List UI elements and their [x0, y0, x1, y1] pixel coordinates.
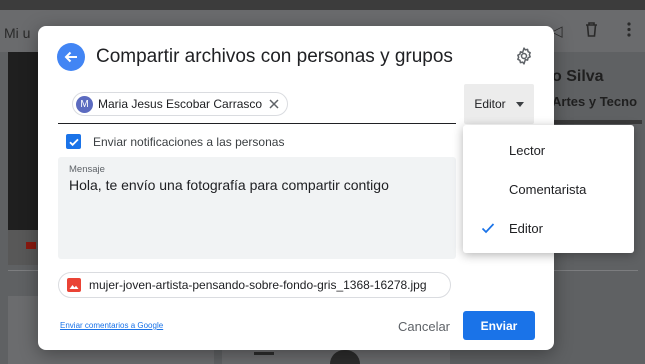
background-text-line	[552, 120, 642, 124]
role-selected-label: Editor	[474, 97, 506, 111]
role-option-label: Lector	[509, 143, 546, 158]
avatar: M	[76, 95, 93, 113]
notify-option[interactable]: Enviar notificaciones a las personas	[66, 134, 284, 149]
message-textarea[interactable]: Mensaje Hola, te envío una fotografía pa…	[58, 157, 456, 259]
background-person-name: o Silva	[552, 68, 604, 85]
recipient-name: Maria Jesus Escobar Carrasco	[98, 97, 263, 111]
recipient-chip[interactable]: M Maria Jesus Escobar Carrasco	[72, 92, 289, 116]
cancel-button[interactable]: Cancelar	[392, 312, 456, 340]
role-option-comentarista[interactable]: Comentarista	[463, 170, 634, 208]
role-option-lector[interactable]: Lector	[463, 131, 634, 169]
trash-icon	[585, 22, 598, 41]
background-file-icon	[26, 242, 36, 249]
feedback-link[interactable]: Enviar comentarios a Google	[60, 321, 163, 330]
background-title: Mi u	[4, 25, 31, 41]
role-menu: Lector Comentarista Editor	[463, 125, 634, 253]
role-option-label: Comentarista	[509, 182, 587, 197]
more-vertical-icon	[627, 22, 631, 41]
check-icon	[68, 138, 79, 146]
caret-down-icon	[515, 101, 524, 107]
attachment-chip[interactable]: mujer-joven-artista-pensando-sobre-fondo…	[58, 272, 451, 298]
role-option-label: Editor	[509, 221, 543, 236]
notify-checkbox[interactable]	[66, 134, 81, 149]
gear-icon	[517, 47, 531, 65]
role-option-editor[interactable]: Editor	[463, 209, 634, 247]
background-person-subtitle: Artes y Tecno	[552, 94, 638, 109]
arrow-left-icon	[64, 51, 77, 63]
role-dropdown-button[interactable]: Editor	[464, 84, 534, 124]
message-text: Hola, te envío una fotografía para compa…	[69, 177, 389, 193]
back-button[interactable]	[57, 43, 85, 71]
checkmark-icon	[481, 223, 495, 234]
dialog-title: Compartir archivos con personas y grupos	[96, 46, 453, 67]
recipients-field[interactable]: M Maria Jesus Escobar Carrasco	[58, 84, 456, 124]
message-caption: Mensaje	[69, 164, 105, 175]
image-file-icon	[67, 278, 81, 292]
close-icon[interactable]	[267, 97, 281, 111]
attachment-file-name: mujer-joven-artista-pensando-sobre-fondo…	[89, 278, 427, 292]
notify-label: Enviar notificaciones a las personas	[93, 134, 285, 149]
settings-button[interactable]	[514, 46, 534, 66]
send-button[interactable]: Enviar	[463, 311, 535, 340]
background-home-icon	[254, 352, 274, 364]
